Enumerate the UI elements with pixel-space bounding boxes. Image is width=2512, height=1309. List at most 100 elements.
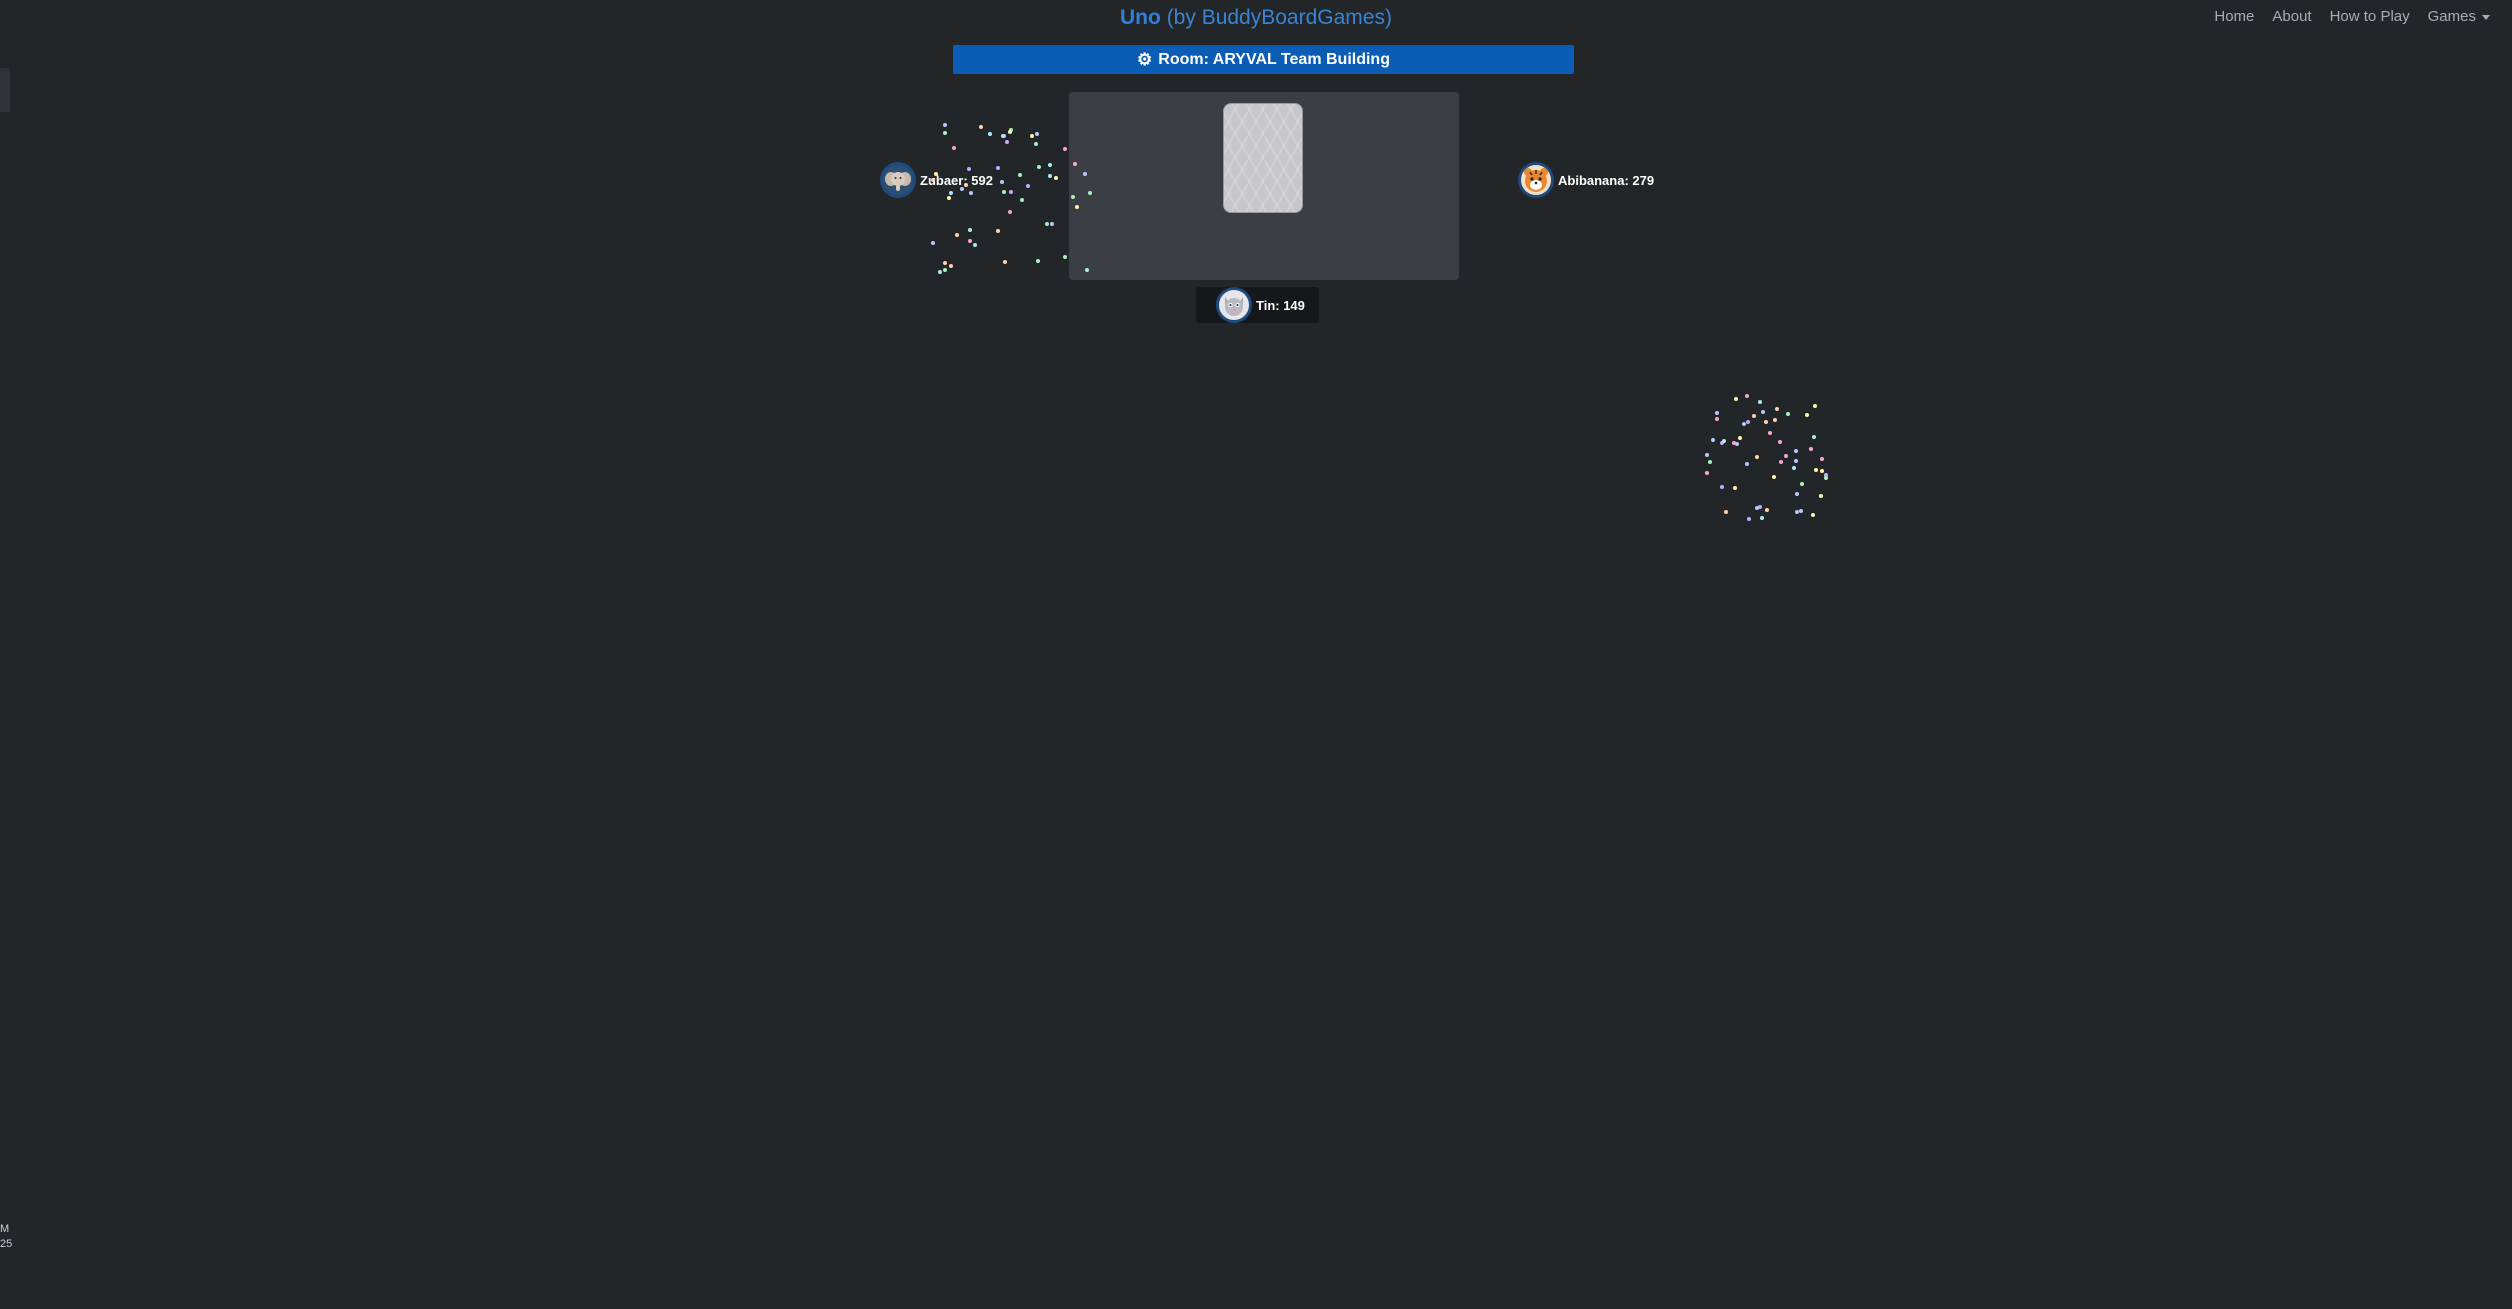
side-panel-tab[interactable]: [0, 68, 10, 112]
confetti-dot: [973, 243, 977, 247]
confetti-dot: [1752, 414, 1756, 418]
confetti-dot: [943, 268, 947, 272]
confetti-dot: [1005, 140, 1009, 144]
confetti-dot: [1001, 134, 1005, 138]
confetti-dot: [1764, 420, 1768, 424]
nav-games-dropdown[interactable]: Games: [2428, 8, 2490, 25]
confetti-dot: [1734, 397, 1738, 401]
confetti-dot: [1778, 440, 1782, 444]
nav-how-to-play[interactable]: How to Play: [2330, 8, 2410, 25]
confetti-dot: [1705, 471, 1709, 475]
room-label: Room: ARYVAL Team Building: [1158, 50, 1390, 68]
confetti-dot: [1795, 492, 1799, 496]
confetti-dot: [1786, 412, 1790, 416]
confetti-dot: [1746, 420, 1750, 424]
confetti-dot: [1800, 482, 1804, 486]
confetti-dot: [1773, 418, 1777, 422]
player-label: Tin: 149: [1256, 297, 1305, 313]
confetti-dot: [1795, 510, 1799, 514]
confetti-dot: [1048, 163, 1052, 167]
confetti-dot: [1071, 195, 1075, 199]
nav-home[interactable]: Home: [2214, 8, 2254, 25]
brand-subtitle: (by BuddyBoardGames): [1166, 6, 1392, 29]
brand-title: Uno: [1120, 6, 1161, 29]
confetti-dot: [952, 146, 956, 150]
confetti-dot: [1794, 449, 1798, 453]
confetti-dot: [934, 172, 938, 176]
confetti-dot: [1820, 469, 1824, 473]
draw-pile-card[interactable]: [1223, 103, 1303, 213]
confetti-dot: [1063, 255, 1067, 259]
confetti-dot: [1050, 222, 1054, 226]
confetti-dot: [1794, 459, 1798, 463]
top-nav: Home About How to Play Games: [2214, 8, 2490, 25]
confetti-dot: [1045, 222, 1049, 226]
confetti-dot: [1715, 411, 1719, 415]
confetti-dot: [1772, 475, 1776, 479]
confetti-dot: [1738, 436, 1742, 440]
player-abibanana: Abibanana: 279: [1518, 162, 1654, 198]
confetti-dot: [949, 264, 953, 268]
confetti-dot: [1814, 468, 1818, 472]
edge-text-2: 25: [0, 1238, 13, 1250]
confetti-dot: [1747, 517, 1751, 521]
confetti-dot: [1034, 142, 1038, 146]
confetti-dot: [1088, 191, 1092, 195]
confetti-dot: [988, 132, 992, 136]
confetti-dot: [1755, 455, 1759, 459]
confetti-dot: [960, 187, 964, 191]
confetti-dot: [968, 228, 972, 232]
game-page: Uno (by BuddyBoardGames) Home About How …: [0, 0, 2512, 1309]
player-tin: Tin: 149: [1196, 287, 1319, 323]
confetti-dot: [938, 270, 942, 274]
confetti-dot: [1002, 190, 1006, 194]
site-brand[interactable]: Uno (by BuddyBoardGames): [0, 6, 2512, 30]
confetti-dot: [1020, 198, 1024, 202]
confetti-dot: [1063, 147, 1067, 151]
player-zubaer: Zubaer: 592: [880, 162, 993, 198]
confetti-dot: [1036, 259, 1040, 263]
confetti-dot: [1026, 184, 1030, 188]
confetti-dot: [1805, 413, 1809, 417]
confetti-dot: [1003, 260, 1007, 264]
nav-games-label: Games: [2427, 8, 2476, 25]
confetti-dot: [979, 125, 983, 129]
confetti-dot: [1073, 162, 1077, 166]
confetti-dot: [1018, 173, 1022, 177]
confetti-dot: [996, 229, 1000, 233]
confetti-dot: [955, 233, 959, 237]
gear-icon: ⚙: [1137, 49, 1153, 69]
confetti-dot: [1745, 394, 1749, 398]
confetti-dot: [1792, 466, 1796, 470]
nav-about[interactable]: About: [2272, 8, 2311, 25]
confetti-dot: [1765, 508, 1769, 512]
confetti-dot: [1732, 441, 1736, 445]
confetti-dot: [1779, 460, 1783, 464]
confetti-dot: [1037, 165, 1041, 169]
confetti-dot: [1085, 268, 1089, 272]
confetti-dot: [1705, 453, 1709, 457]
confetti-dot: [996, 166, 1000, 170]
confetti-dot: [1715, 417, 1719, 421]
confetti-dot: [1008, 210, 1012, 214]
confetti-dot: [1768, 431, 1772, 435]
confetti-dot: [949, 191, 953, 195]
room-bar[interactable]: ⚙ Room: ARYVAL Team Building: [953, 45, 1574, 74]
confetti-dot: [931, 241, 935, 245]
confetti-dot: [1035, 132, 1039, 136]
confetti-dot: [943, 261, 947, 265]
confetti-dot: [1819, 494, 1823, 498]
confetti-dot: [1811, 513, 1815, 517]
confetti-dot: [1809, 447, 1813, 451]
confetti-dot: [1813, 404, 1817, 408]
confetti-dot: [1820, 457, 1824, 461]
confetti-dot: [943, 131, 947, 135]
chevron-down-icon: [2482, 14, 2490, 20]
game-table: [1069, 92, 1459, 280]
confetti-dot: [1799, 509, 1803, 513]
confetti-dot: [931, 178, 935, 182]
confetti-dot: [969, 191, 973, 195]
confetti-dot: [1711, 438, 1715, 442]
confetti-dot: [1761, 410, 1765, 414]
tiger-avatar-icon: [1518, 162, 1554, 198]
